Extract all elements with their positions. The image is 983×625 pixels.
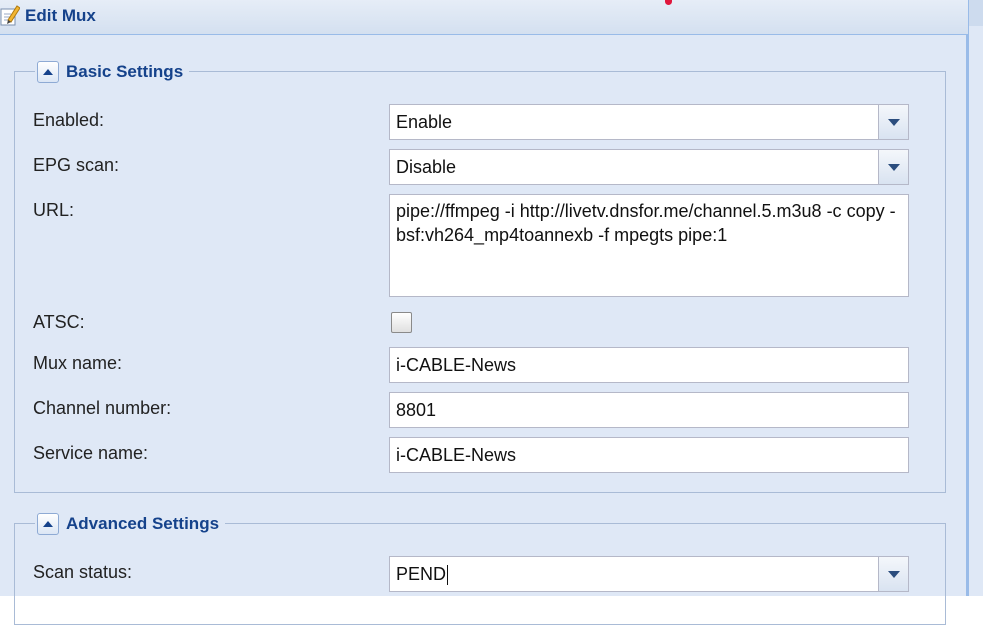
basic-settings-title: Basic Settings [66, 62, 184, 81]
enabled-select[interactable]: Enable [389, 104, 879, 140]
atsc-checkbox[interactable] [391, 312, 412, 333]
edit-pencil-icon [0, 5, 20, 26]
collapse-up-icon [43, 521, 53, 527]
advanced-settings-title: Advanced Settings [66, 514, 220, 533]
epg-scan-label: EPG scan: [33, 155, 120, 175]
scrollbar[interactable] [968, 0, 983, 596]
collapse-up-icon [43, 69, 53, 75]
chevron-down-icon [887, 570, 900, 578]
scan-status-dropdown-trigger[interactable] [879, 556, 909, 592]
scan-status-label: Scan status: [33, 562, 133, 582]
advanced-settings-collapse-button[interactable] [37, 513, 59, 535]
edit-mux-form: Basic Settings Enabled: Enable EPG scan:… [0, 35, 968, 625]
service-name-input[interactable]: i-CABLE-News [389, 437, 909, 473]
chevron-down-icon [887, 163, 900, 171]
channel-number-label: Channel number: [33, 398, 172, 418]
url-textarea[interactable]: pipe://ffmpeg -i http://livetv.dnsfor.me… [389, 194, 909, 297]
basic-settings-legend: Basic Settings [35, 59, 190, 85]
window-title: Edit Mux [25, 6, 96, 25]
mux-name-label: Mux name: [33, 353, 123, 373]
scan-status-select[interactable]: PEND [389, 556, 879, 592]
url-label: URL: [33, 200, 75, 220]
scan-status-value: PEND [396, 564, 447, 584]
advanced-settings-legend: Advanced Settings [35, 511, 226, 537]
epg-scan-select[interactable]: Disable [389, 149, 879, 185]
mux-name-input[interactable]: i-CABLE-News [389, 347, 909, 383]
service-name-label: Service name: [33, 443, 149, 463]
enabled-label: Enabled: [33, 110, 105, 130]
epg-scan-dropdown-trigger[interactable] [879, 149, 909, 185]
enabled-dropdown-trigger[interactable] [879, 104, 909, 140]
basic-settings-collapse-button[interactable] [37, 61, 59, 83]
chevron-down-icon [887, 118, 900, 126]
atsc-label: ATSC: [33, 312, 85, 332]
window-titlebar: Edit Mux [0, 0, 983, 35]
text-caret [447, 565, 449, 586]
channel-number-input[interactable]: 8801 [389, 392, 909, 428]
